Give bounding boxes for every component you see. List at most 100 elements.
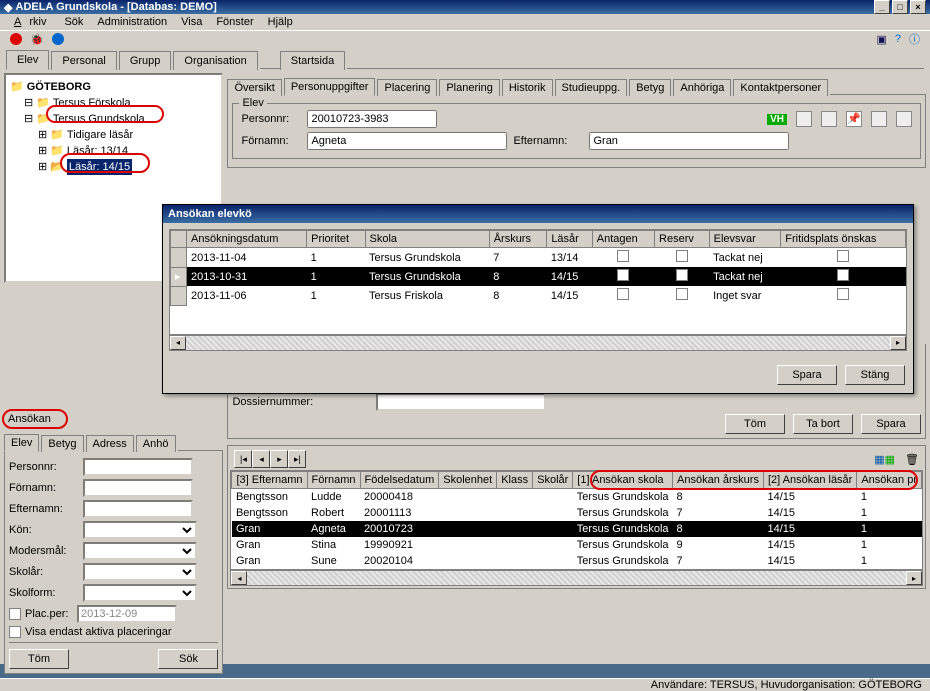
dlg-stang[interactable]: Stäng: [845, 365, 905, 385]
inp-e-fornamn[interactable]: [307, 132, 507, 150]
dtab-personuppgifter[interactable]: Personuppgifter: [284, 78, 376, 96]
dlg-scroll-left-icon[interactable]: ◂: [170, 336, 186, 350]
chk-aktiva[interactable]: [9, 626, 21, 638]
tab-organisation[interactable]: Organisation: [173, 51, 257, 70]
col-skolar[interactable]: Skolår: [533, 472, 573, 489]
result-row[interactable]: GranStina19990921 Tersus Grundskola914/1…: [232, 537, 922, 553]
tool-blue[interactable]: ▦: [874, 453, 884, 466]
btn-tom[interactable]: Töm: [9, 649, 69, 669]
btn-sok[interactable]: Sök: [158, 649, 218, 669]
tool-delete[interactable]: 🗑: [905, 453, 919, 466]
about-icon[interactable]: ⓘ: [909, 31, 920, 47]
inp-dossier[interactable]: [376, 393, 546, 411]
scroll-right-icon[interactable]: ▸: [906, 571, 922, 585]
dialog-hscroll[interactable]: ◂▸: [169, 335, 907, 351]
dtab-anhoriga[interactable]: Anhöriga: [673, 79, 731, 96]
menu-arkiv[interactable]: Arkiv: [6, 14, 54, 30]
flag-1[interactable]: [796, 111, 812, 127]
help-icon[interactable]: ?: [895, 33, 901, 45]
dcol-fritid[interactable]: Fritidsplats önskas: [781, 231, 906, 248]
chk-placper[interactable]: [9, 608, 21, 620]
dlg-spara[interactable]: Spara: [777, 365, 837, 385]
nav-prev[interactable]: ◂: [252, 450, 270, 468]
dtab-betyg[interactable]: Betyg: [629, 79, 671, 96]
tab-startsida[interactable]: Startsida: [280, 51, 345, 70]
inp-efternamn[interactable]: [83, 500, 193, 518]
subtab-elev[interactable]: Elev: [4, 434, 39, 452]
inp-personnr[interactable]: [83, 458, 193, 476]
result-row[interactable]: GranSune20020104 Tersus Grundskola714/15…: [232, 553, 922, 569]
mid-tabort[interactable]: Ta bort: [793, 414, 853, 434]
col-fornamn[interactable]: Förnamn: [307, 472, 360, 489]
dcol-lasar[interactable]: Läsår: [547, 231, 592, 248]
tab-elev[interactable]: Elev: [6, 50, 49, 70]
col-skolenhet[interactable]: Skolenhet: [439, 472, 497, 489]
dcol-elevsvar[interactable]: Elevsvar: [709, 231, 781, 248]
nav-first[interactable]: |◂: [234, 450, 252, 468]
col-klass[interactable]: Klass: [497, 472, 533, 489]
menu-fonster[interactable]: Fönster: [212, 14, 257, 30]
dcol-datum[interactable]: Ansökningsdatum: [187, 231, 307, 248]
inp-fornamn[interactable]: [83, 479, 193, 497]
flag-2[interactable]: [821, 111, 837, 127]
result-hscroll[interactable]: ◂▸: [230, 570, 923, 586]
menu-admin[interactable]: Administration: [93, 14, 171, 30]
subtab-betyg[interactable]: Betyg: [41, 435, 83, 452]
minimize-btn[interactable]: _: [874, 0, 890, 14]
scroll-left-icon[interactable]: ◂: [231, 571, 247, 585]
menu-sok[interactable]: Sök: [60, 14, 87, 30]
dlg-scroll-right-icon[interactable]: ▸: [890, 336, 906, 350]
result-row[interactable]: GranAgneta20010723 Tersus Grundskola814/…: [232, 521, 922, 537]
tab-grupp[interactable]: Grupp: [119, 51, 172, 70]
tree-grundskola[interactable]: Tersus Grundskola: [53, 111, 145, 127]
tool-green[interactable]: ▦: [885, 453, 895, 466]
record-icon[interactable]: [10, 33, 22, 45]
menu-hjalp[interactable]: Hjälp: [264, 14, 297, 30]
result-row[interactable]: BengtssonRobert20001113 Tersus Grundskol…: [232, 505, 922, 521]
dtab-historik[interactable]: Historik: [502, 79, 553, 96]
close-btn[interactable]: ×: [910, 0, 926, 14]
sel-modersmal[interactable]: [83, 542, 197, 560]
subtab-adress[interactable]: Adress: [86, 435, 134, 452]
ansokan-dialog[interactable]: Ansökan elevkö Ansökningsdatum Prioritet…: [162, 204, 914, 394]
tab-personal[interactable]: Personal: [51, 51, 116, 70]
bug-icon[interactable]: 🐞: [30, 33, 44, 46]
menu-visa[interactable]: Visa: [177, 14, 206, 30]
tree-root[interactable]: GÖTEBORG: [27, 79, 91, 95]
dcol-skola[interactable]: Skola: [365, 231, 489, 248]
dialog-row[interactable]: 2013-11-041Tersus Grundskola713/14 Tacka…: [171, 248, 906, 268]
col-aprio[interactable]: Ansökan pr: [857, 472, 922, 489]
nav-next[interactable]: ▸: [270, 450, 288, 468]
sel-skolar[interactable]: [83, 563, 197, 581]
result-grid[interactable]: [3] Efternamn Förnamn Födelsedatum Skole…: [230, 470, 923, 570]
info-icon[interactable]: [52, 33, 64, 45]
dtab-studieuppg[interactable]: Studieuppg.: [555, 79, 628, 96]
mid-tom[interactable]: Töm: [725, 414, 785, 434]
mid-spara[interactable]: Spara: [861, 414, 921, 434]
pins-icon[interactable]: 📌: [846, 111, 862, 127]
col-fodelse[interactable]: Födelsedatum: [360, 472, 439, 489]
dcol-arskurs[interactable]: Årskurs: [489, 231, 547, 248]
tree-tidigare[interactable]: Tidigare läsår: [67, 127, 133, 143]
col-askola[interactable]: [1] Ansökan skola: [573, 472, 673, 489]
dcol-antagen[interactable]: Antagen: [592, 231, 654, 248]
inp-e-personnr[interactable]: [307, 110, 437, 128]
flag-4[interactable]: [896, 111, 912, 127]
db-icon[interactable]: ▣: [876, 33, 886, 46]
dtab-oversikt[interactable]: Översikt: [227, 79, 281, 96]
tree-forskola[interactable]: Tersus Förskola: [53, 95, 131, 111]
subtab-anho[interactable]: Anhö: [136, 435, 176, 452]
dtab-placering[interactable]: Placering: [377, 79, 437, 96]
sel-skolform[interactable]: [83, 584, 197, 602]
result-row[interactable]: BengtssonLudde20000418 Tersus Grundskola…: [232, 489, 922, 506]
dialog-row[interactable]: 2013-11-061Tersus Friskola814/15 Inget s…: [171, 286, 906, 305]
dcol-reserv[interactable]: Reserv: [655, 231, 710, 248]
titlebar[interactable]: ◆ ADELA Grundskola - [Databas: DEMO] _ □…: [0, 0, 930, 14]
col-efternamn[interactable]: [3] Efternamn: [232, 472, 307, 489]
flag-3[interactable]: [871, 111, 887, 127]
col-alasar[interactable]: [2] Ansökan läsår: [763, 472, 856, 489]
dtab-kontakt[interactable]: Kontaktpersoner: [733, 79, 828, 96]
dcol-prio[interactable]: Prioritet: [307, 231, 365, 248]
dtab-planering[interactable]: Planering: [439, 79, 499, 96]
sel-kon[interactable]: [83, 521, 197, 539]
